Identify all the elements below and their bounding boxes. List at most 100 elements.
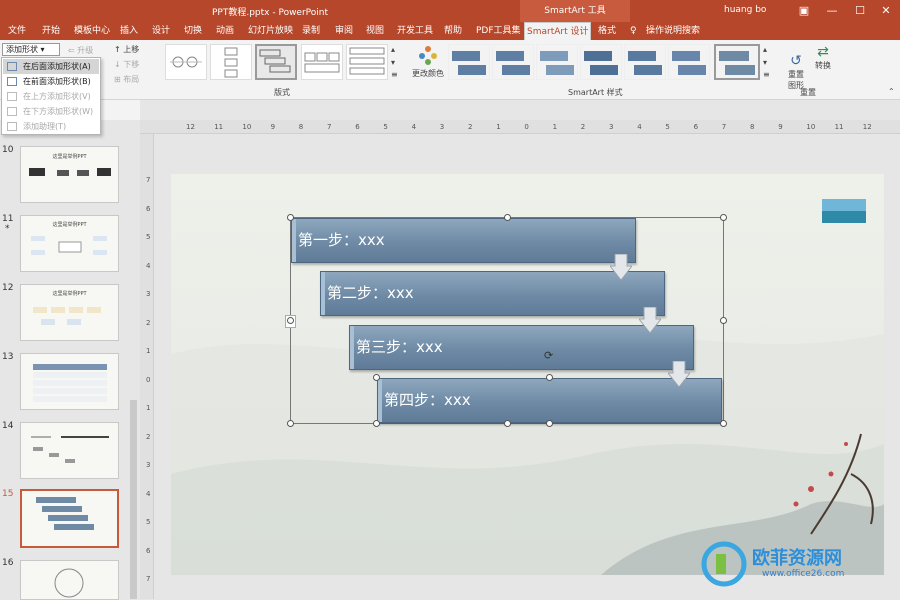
tell-me-search[interactable]: 操作说明搜索	[644, 22, 702, 40]
slide-thumbnail-11[interactable]: 这里是举例PPT	[20, 215, 119, 272]
resize-handle-sw[interactable]	[287, 420, 294, 427]
tab-insert[interactable]: 插入	[118, 22, 140, 40]
resize-handle-se[interactable]	[720, 420, 727, 427]
move-up-label: 上移	[123, 45, 140, 54]
shape-handle-nw[interactable]	[373, 374, 380, 381]
slide-thumbnail-13[interactable]	[20, 353, 119, 410]
resize-handle-w[interactable]	[287, 317, 294, 324]
add-shape-label: 添加形状	[6, 45, 38, 54]
resize-handle-s[interactable]	[504, 420, 511, 427]
promote-button[interactable]: ⇐ 升级	[68, 45, 93, 56]
ruler-h-label: 6	[693, 123, 699, 131]
tab-pdf-tools[interactable]: PDF工具集	[474, 22, 523, 40]
thumbnail-scrollbar[interactable]	[130, 400, 137, 599]
resize-handle-e[interactable]	[720, 317, 727, 324]
menu-add-assistant[interactable]: 添加助理(T)	[3, 119, 99, 134]
move-up-button[interactable]: ↑ 上移	[114, 44, 139, 55]
step-4-text[interactable]: 第四步：xxx	[384, 391, 471, 409]
barcode-graphic	[29, 168, 111, 176]
tab-home[interactable]: 开始	[40, 22, 62, 40]
tab-developer[interactable]: 开发工具	[395, 22, 435, 40]
convert-label: 转换	[815, 61, 831, 70]
style-option-3[interactable]	[536, 44, 578, 80]
minimize-icon[interactable]: —	[818, 0, 846, 22]
step-3-text[interactable]: 第三步：xxx	[356, 338, 443, 356]
slide-thumbnail-14[interactable]	[20, 422, 119, 479]
tab-file[interactable]: 文件	[6, 22, 28, 40]
menu-add-shape-below[interactable]: 在下方添加形状(W)	[3, 104, 99, 119]
tab-animations[interactable]: 动画	[214, 22, 236, 40]
step-2-text[interactable]: 第二步：xxx	[327, 284, 414, 302]
tab-help[interactable]: 帮助	[442, 22, 464, 40]
step-1-text[interactable]: 第一步：xxx	[298, 231, 385, 249]
convert-icon: ⇄	[817, 44, 829, 60]
reset-group-label: 重置	[800, 88, 816, 97]
close-icon[interactable]: ✕	[872, 0, 900, 22]
collapse-ribbon-icon[interactable]: ⌃	[888, 87, 895, 96]
change-colors-button[interactable]: 更改颜色	[412, 44, 444, 79]
tab-slideshow[interactable]: 幻灯片放映	[246, 22, 295, 40]
menu-add-shape-before[interactable]: 在前面添加形状(B)	[3, 74, 99, 89]
layout-button[interactable]: ⊞ 布局	[114, 74, 139, 85]
resize-handle-ne[interactable]	[720, 214, 727, 221]
tab-record[interactable]: 录制	[300, 22, 322, 40]
step-2-bevel	[321, 272, 325, 315]
layout-option-2[interactable]	[210, 44, 252, 80]
styles-scroll-down-icon[interactable]: ▾	[763, 58, 767, 67]
restore-ribbon-icon[interactable]: ▣	[790, 0, 818, 22]
slide-number-14: 14	[2, 421, 14, 431]
ribbon-tabs: 文件 开始 模板中心 插入 设计 切换 动画 幻灯片放映 录制 审阅 视图 开发…	[0, 22, 900, 40]
rotate-handle-icon[interactable]: ⟳	[544, 350, 556, 362]
convert-button[interactable]: ⇄ 转换	[812, 44, 834, 71]
style-option-7-selected[interactable]	[714, 44, 760, 80]
ruler-h-label: 8	[750, 123, 755, 131]
style-option-6[interactable]	[668, 44, 710, 80]
ruler-h-label: 12	[186, 123, 195, 131]
tab-format[interactable]: 格式	[596, 22, 618, 40]
tab-design[interactable]: 设计	[150, 22, 172, 40]
ruler-v-label: 4	[146, 489, 151, 498]
style-option-5[interactable]	[624, 44, 666, 80]
tab-review[interactable]: 审阅	[333, 22, 355, 40]
resize-handle-nw[interactable]	[287, 214, 294, 221]
layouts-scroll-down-icon[interactable]: ▾	[391, 58, 395, 67]
maximize-icon[interactable]: ☐	[846, 0, 874, 22]
menu-add-shape-after[interactable]: 在后面添加形状(A)	[3, 59, 99, 74]
layout-option-3-selected[interactable]	[255, 44, 297, 80]
tab-template-center[interactable]: 模板中心	[72, 22, 112, 40]
shape-handle-s[interactable]	[546, 420, 553, 427]
document-title: PPT教程.pptx - PowerPoint	[212, 8, 329, 18]
tab-view[interactable]: 视图	[364, 22, 386, 40]
ruler-h-label: 5	[383, 123, 388, 131]
styles-scroll-up-icon[interactable]: ▴	[763, 45, 767, 54]
add-after-icon	[7, 62, 17, 71]
slide-thumbnail-10[interactable]: 这里是举例PPT	[20, 146, 119, 203]
tab-transitions[interactable]: 切换	[182, 22, 204, 40]
step-1-shape[interactable]: 第一步：xxx	[291, 218, 636, 263]
style-option-1[interactable]	[448, 44, 490, 80]
layouts-more-icon[interactable]: ≡	[391, 70, 398, 79]
watermark-logo-icon	[701, 541, 747, 587]
shape-handle-n[interactable]	[546, 374, 553, 381]
style-option-4[interactable]	[580, 44, 622, 80]
user-name[interactable]: huang bo	[724, 5, 766, 15]
ruler-h-label: 8	[298, 123, 304, 131]
styles-more-icon[interactable]: ≡	[763, 70, 770, 79]
layout-option-5[interactable]	[346, 44, 388, 80]
add-shape-menu: 在后面添加形状(A) 在前面添加形状(B) 在上方添加形状(V) 在下方添加形状…	[1, 57, 101, 135]
arrow-down-icon-1	[610, 254, 632, 280]
style-option-2[interactable]	[492, 44, 534, 80]
menu-add-shape-above[interactable]: 在上方添加形状(V)	[3, 89, 99, 104]
menu-add-assistant-label: 添加助理(T)	[23, 122, 67, 131]
move-down-button[interactable]: ↓ 下移	[114, 59, 139, 70]
slide-thumbnail-15-selected[interactable]	[20, 489, 119, 548]
slide-thumbnail-12[interactable]: 这里是举例PPT	[20, 284, 119, 341]
layouts-scroll-up-icon[interactable]: ▴	[391, 45, 395, 54]
resize-handle-n[interactable]	[504, 214, 511, 221]
layout-option-4[interactable]	[301, 44, 343, 80]
add-shape-button[interactable]: 添加形状 ▾	[2, 43, 60, 56]
layout-option-1[interactable]	[165, 44, 207, 80]
slide-thumbnail-16[interactable]	[20, 560, 119, 600]
tab-smartart-design[interactable]: SmartArt 设计	[524, 22, 592, 40]
shape-handle-sw[interactable]	[373, 420, 380, 427]
